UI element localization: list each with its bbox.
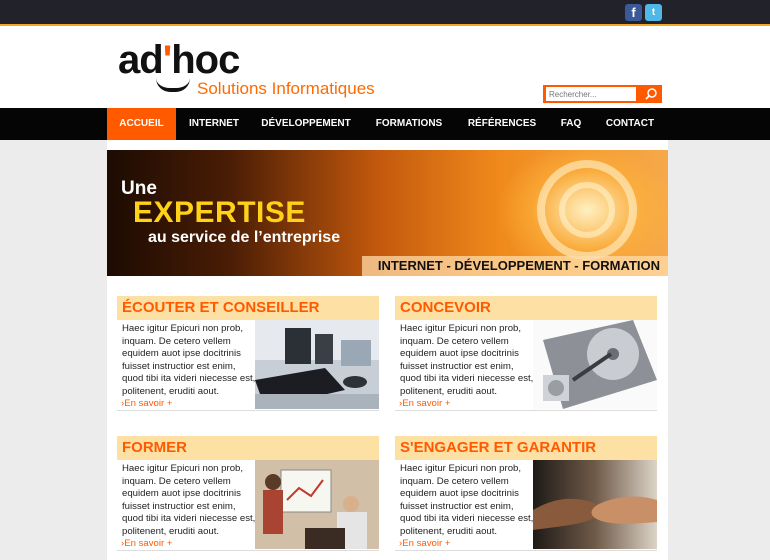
training-meeting-photo	[255, 460, 379, 549]
logo-smile-icon	[156, 78, 190, 92]
card-text: Haec igitur Epicuri non prob, inquam. De…	[122, 323, 256, 397]
main-nav: ACCUEIL INTERNET DÉVELOPPEMENT FORMATION…	[0, 108, 770, 140]
banner-headline: EXPERTISE	[133, 196, 306, 229]
logo-apostrophe: '	[162, 38, 172, 82]
banner-line-3: au service de l’entreprise	[148, 229, 341, 246]
card-concevoir: CONCEVOIR Haec igitur Epicuri non prob, …	[395, 296, 657, 411]
card-title: ÉCOUTER ET CONSEILLER	[117, 296, 379, 320]
read-more-link[interactable]: ›En savoir +	[399, 398, 450, 409]
logo-subtitle: Solutions Informatiques	[197, 79, 375, 98]
search-button[interactable]	[639, 85, 662, 103]
main-content: Une EXPERTISE au service de l’entreprise…	[107, 140, 668, 560]
card-title: S'ENGAGER ET GARANTIR	[395, 436, 657, 460]
card-text: Haec igitur Epicuri non prob, inquam. De…	[400, 463, 534, 537]
twitter-icon[interactable]: t	[645, 4, 662, 21]
header: ad'hoc Solutions Informatiques	[0, 26, 770, 108]
card-title: CONCEVOIR	[395, 296, 657, 320]
facebook-icon[interactable]: f	[625, 4, 642, 21]
nav-item-faq[interactable]: FAQ	[553, 108, 589, 140]
nav-item-references[interactable]: RÉFÉRENCES	[464, 108, 540, 140]
hero-banner[interactable]: Une EXPERTISE au service de l’entreprise…	[107, 150, 668, 276]
at-sign-inner-graphic	[559, 182, 615, 238]
logo-text-hoc: hoc	[171, 38, 240, 82]
card-former: FORMER Haec igitur Epicuri non prob, inq…	[117, 436, 379, 551]
nav-item-contact[interactable]: CONTACT	[600, 108, 660, 140]
nav-item-internet[interactable]: INTERNET	[180, 108, 248, 140]
hard-drive-photo	[533, 320, 657, 409]
card-title: FORMER	[117, 436, 379, 460]
top-bar: f t	[0, 0, 770, 26]
nav-item-formations[interactable]: FORMATIONS	[370, 108, 448, 140]
read-more-link[interactable]: ›En savoir +	[121, 398, 172, 409]
search-input[interactable]	[546, 87, 636, 101]
card-text: Haec igitur Epicuri non prob, inquam. De…	[400, 323, 534, 397]
banner-tagline: INTERNET - DÉVELOPPEMENT - FORMATION	[362, 256, 668, 276]
read-more-link[interactable]: ›En savoir +	[399, 538, 450, 549]
search-box	[543, 85, 662, 103]
read-more-link[interactable]: ›En savoir +	[121, 538, 172, 549]
nav-item-accueil[interactable]: ACCUEIL	[107, 108, 176, 140]
search-icon	[644, 88, 657, 100]
logo-text-ad: ad	[118, 38, 164, 82]
nav-item-developpement[interactable]: DÉVELOPPEMENT	[256, 108, 356, 140]
handshake-photo	[533, 460, 657, 549]
card-ecouter: ÉCOUTER ET CONSEILLER Haec igitur Epicur…	[117, 296, 379, 411]
logo[interactable]: ad'hoc	[118, 38, 240, 82]
card-text: Haec igitur Epicuri non prob, inquam. De…	[122, 463, 256, 537]
card-engager: S'ENGAGER ET GARANTIR Haec igitur Epicur…	[395, 436, 657, 551]
computer-keyboard-photo	[255, 320, 379, 409]
